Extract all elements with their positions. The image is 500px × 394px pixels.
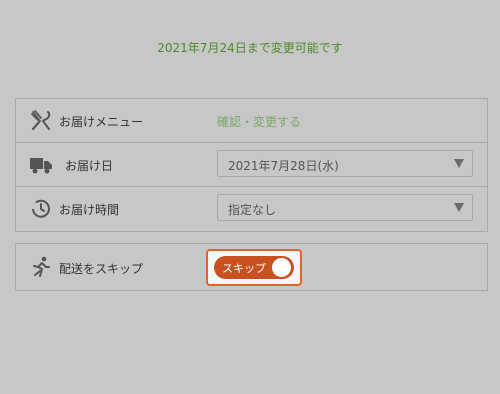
delivery-date-select[interactable]: 2021年7月28日(水) [217,150,473,177]
running-person-icon [33,256,50,277]
change-deadline-text: 2021年7月24日まで変更可能です [157,41,343,55]
delivery-time-select[interactable]: 指定なし [217,194,473,221]
delivery-time-value: 指定なし [228,203,277,217]
skip-delivery-card: 配送をスキップ スキップ [15,243,488,291]
skip-toggle-label: スキップ [222,262,266,275]
toggle-knob [272,258,291,277]
confirm-change-link[interactable]: 確認・変更する [217,113,301,130]
delivery-settings-card: お届けメニュー 確認・変更する お届け日 2021年7月28日(水) お届け時間… [15,98,488,232]
fork-knife-icon [31,110,51,131]
delivery-date-value: 2021年7月28日(水) [228,159,339,173]
skip-toggle[interactable]: スキップ [214,256,294,279]
delivery-time-label: お届け時間 [59,203,120,217]
delivery-menu-label: お届けメニュー [59,115,144,129]
skip-toggle-focus-ring: スキップ [206,249,302,286]
skip-delivery-row: 配送をスキップ スキップ [16,244,487,290]
delivery-date-row: お届け日 2021年7月28日(水) [16,143,487,187]
delivery-date-label: お届け日 [65,159,114,173]
delivery-menu-row: お届けメニュー 確認・変更する [16,99,487,143]
chevron-down-icon [454,203,464,212]
clock-icon [32,199,50,218]
skip-delivery-label: 配送をスキップ [59,262,144,276]
delivery-time-row: お届け時間 指定なし [16,187,487,231]
chevron-down-icon [454,159,464,168]
truck-icon [30,158,52,174]
